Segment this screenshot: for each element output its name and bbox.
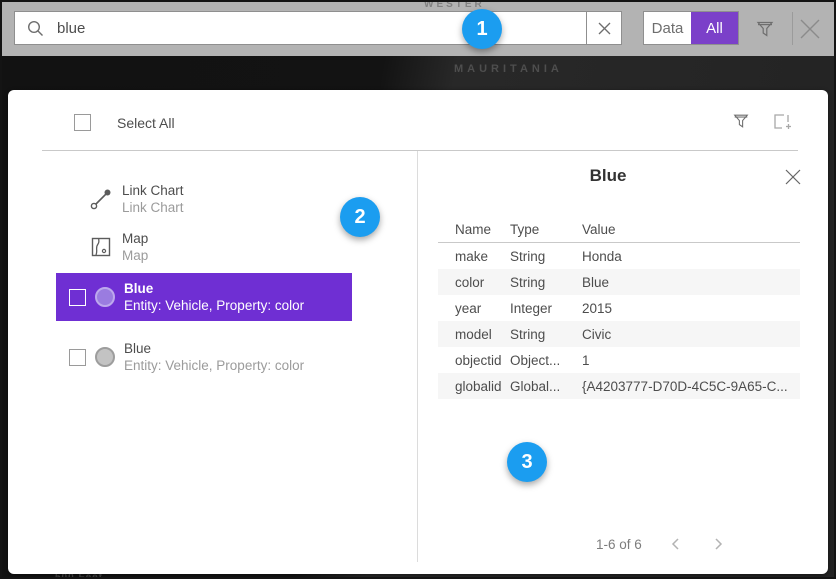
cell-name: objectid (438, 353, 510, 368)
close-x-icon (784, 168, 802, 186)
table-row[interactable]: year Integer 2015 (438, 295, 800, 321)
cell-name: year (438, 301, 510, 316)
column-header-name: Name (438, 222, 510, 237)
cell-type: Global... (510, 379, 582, 394)
cell-name: make (438, 249, 510, 264)
cell-value: 2015 (582, 301, 800, 316)
list-item-subtitle: Entity: Vehicle, Property: color (124, 297, 304, 314)
callout-3-badge: 3 (507, 442, 547, 482)
filter-icon[interactable] (755, 19, 775, 39)
list-item-title: Blue (124, 280, 304, 297)
list-item-link-chart[interactable]: Link Chart Link Chart (90, 182, 184, 216)
list-item-title: Link Chart (122, 182, 184, 199)
column-header-value: Value (582, 222, 800, 237)
scope-option-data[interactable]: Data (644, 12, 691, 44)
table-row[interactable]: objectid Object... 1 (438, 347, 800, 373)
pagination: 1-6 of 6 (596, 536, 726, 552)
cell-name: model (438, 327, 510, 342)
search-close-button[interactable] (798, 17, 822, 41)
cell-value: Civic (582, 327, 800, 342)
table-row[interactable]: make String Honda (438, 243, 800, 269)
search-icon (27, 20, 44, 37)
cell-name: color (438, 275, 510, 290)
entity-dot-icon (95, 347, 115, 367)
list-item-subtitle: Link Chart (122, 199, 184, 216)
close-x-icon (798, 17, 822, 41)
cell-type: String (510, 327, 582, 342)
toolbar-divider (792, 12, 793, 45)
cell-type: Object... (510, 353, 582, 368)
search-results-panel: Select All Li (8, 90, 828, 574)
list-item-subtitle: Entity: Vehicle, Property: color (124, 357, 304, 374)
page-next-button[interactable] (710, 536, 726, 552)
cell-type: String (510, 275, 582, 290)
page-range-label: 1-6 of 6 (596, 537, 642, 552)
callout-1-badge: 1 (462, 9, 502, 49)
detail-title: Blue (417, 166, 799, 186)
select-all-label: Select All (117, 115, 175, 131)
map-icon (90, 236, 112, 258)
search-clear-button[interactable] (586, 11, 622, 45)
item-checkbox[interactable] (69, 289, 86, 306)
map-country-label: MAURITANIA (454, 63, 563, 75)
list-item-title: Blue (124, 340, 304, 357)
cell-type: String (510, 249, 582, 264)
app-window: MAURITANIA 500 Feet WESTER Data All (0, 0, 836, 579)
table-row[interactable]: globalid Global... {A4203777-D70D-4C5C-9… (438, 373, 800, 399)
item-checkbox[interactable] (69, 349, 86, 366)
select-all-checkbox[interactable] (74, 114, 91, 131)
cell-value: Blue (582, 275, 800, 290)
cell-name: globalid (438, 379, 510, 394)
column-header-type: Type (510, 222, 582, 237)
table-row[interactable]: model String Civic (438, 321, 800, 347)
clear-x-icon (598, 22, 611, 35)
cell-value: Honda (582, 249, 800, 264)
list-detail-divider (417, 151, 418, 562)
table-row[interactable]: color String Blue (438, 269, 800, 295)
select-all-row: Select All (74, 114, 175, 131)
list-item-title: Map (122, 230, 148, 247)
detail-close-button[interactable] (784, 168, 802, 186)
table-header-row: Name Type Value (438, 216, 800, 242)
cell-value: {A4203777-D70D-4C5C-9A65-C... (582, 379, 800, 394)
entity-dot-icon (95, 287, 115, 307)
page-prev-button[interactable] (668, 536, 684, 552)
list-item-subtitle: Map (122, 247, 148, 264)
attributes-table: Name Type Value make String Honda color … (438, 216, 800, 399)
add-selection-icon[interactable] (772, 112, 792, 132)
results-filter-icon[interactable] (732, 112, 750, 130)
list-item-blue[interactable]: Blue Entity: Vehicle, Property: color (69, 333, 359, 381)
panel-header-divider (42, 150, 798, 151)
link-chart-icon (90, 188, 112, 210)
cell-value: 1 (582, 353, 800, 368)
scope-option-all[interactable]: All (691, 12, 738, 44)
map-ghost-label: WESTER (424, 0, 485, 10)
cell-type: Integer (510, 301, 582, 316)
callout-2-badge: 2 (340, 197, 380, 237)
search-input[interactable] (57, 20, 586, 37)
search-toolbar: WESTER Data All (2, 2, 834, 56)
search-scope-toggle: Data All (643, 11, 739, 45)
list-item-blue-selected[interactable]: Blue Entity: Vehicle, Property: color (56, 273, 352, 321)
list-item-map[interactable]: Map Map (90, 230, 148, 264)
